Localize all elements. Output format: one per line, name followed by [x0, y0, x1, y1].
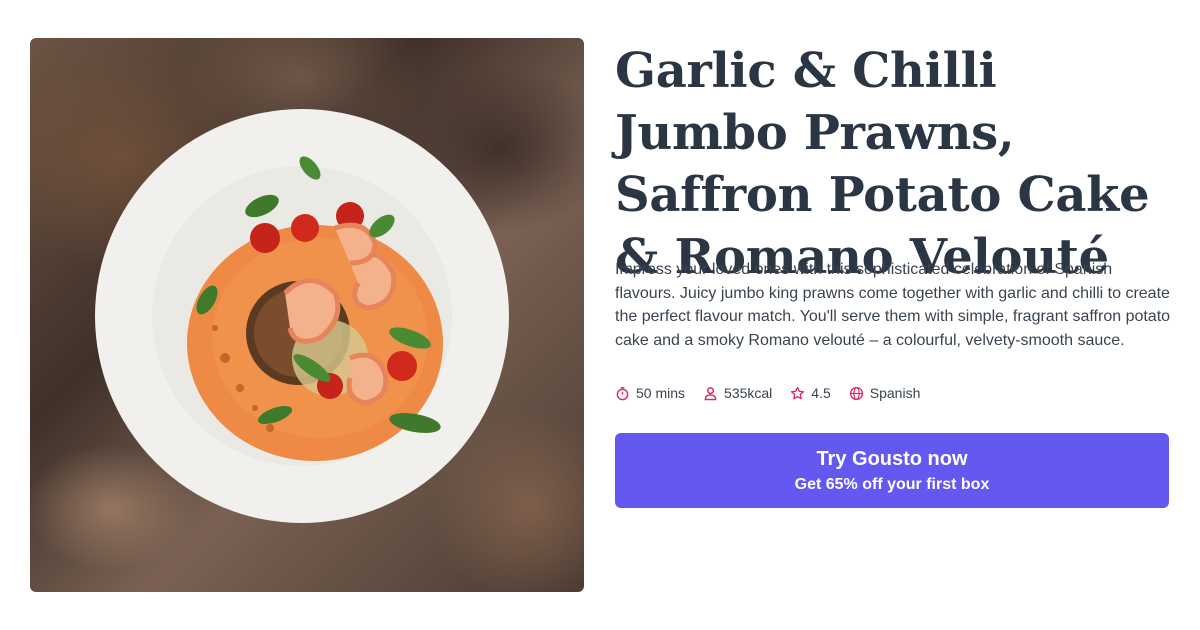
person-icon [704, 386, 717, 400]
star-icon [791, 386, 805, 399]
rating-value: 4.5 [811, 385, 831, 401]
try-gousto-button[interactable]: Try Gousto now Get 65% off your first bo… [615, 433, 1169, 508]
meta-rating: 4.5 [790, 385, 831, 401]
recipe-description: Impress your loved ones with this sophis… [615, 261, 1171, 349]
tomato [250, 223, 280, 253]
calories-value: 535kcal [724, 385, 773, 401]
meta-cuisine: Spanish [849, 385, 921, 401]
recipe-meta: 50 mins 535kcal 4.5 Spanish [615, 382, 920, 404]
dish-illustration [95, 109, 509, 523]
cuisine-value: Spanish [869, 385, 921, 401]
time-value: 50 mins [636, 385, 686, 401]
meta-time: 50 mins [615, 385, 685, 401]
cta-main-label: Try Gousto now [816, 447, 968, 470]
recipe-photo [30, 38, 584, 592]
cta-sub-label: Get 65% off your first box [794, 475, 990, 493]
meta-calories: 535kcal [703, 385, 772, 401]
recipe-title: Garlic & Chilli Jumbo Prawns, Saffron Po… [615, 43, 1150, 285]
timer-icon [616, 386, 629, 400]
globe-icon [849, 386, 863, 400]
